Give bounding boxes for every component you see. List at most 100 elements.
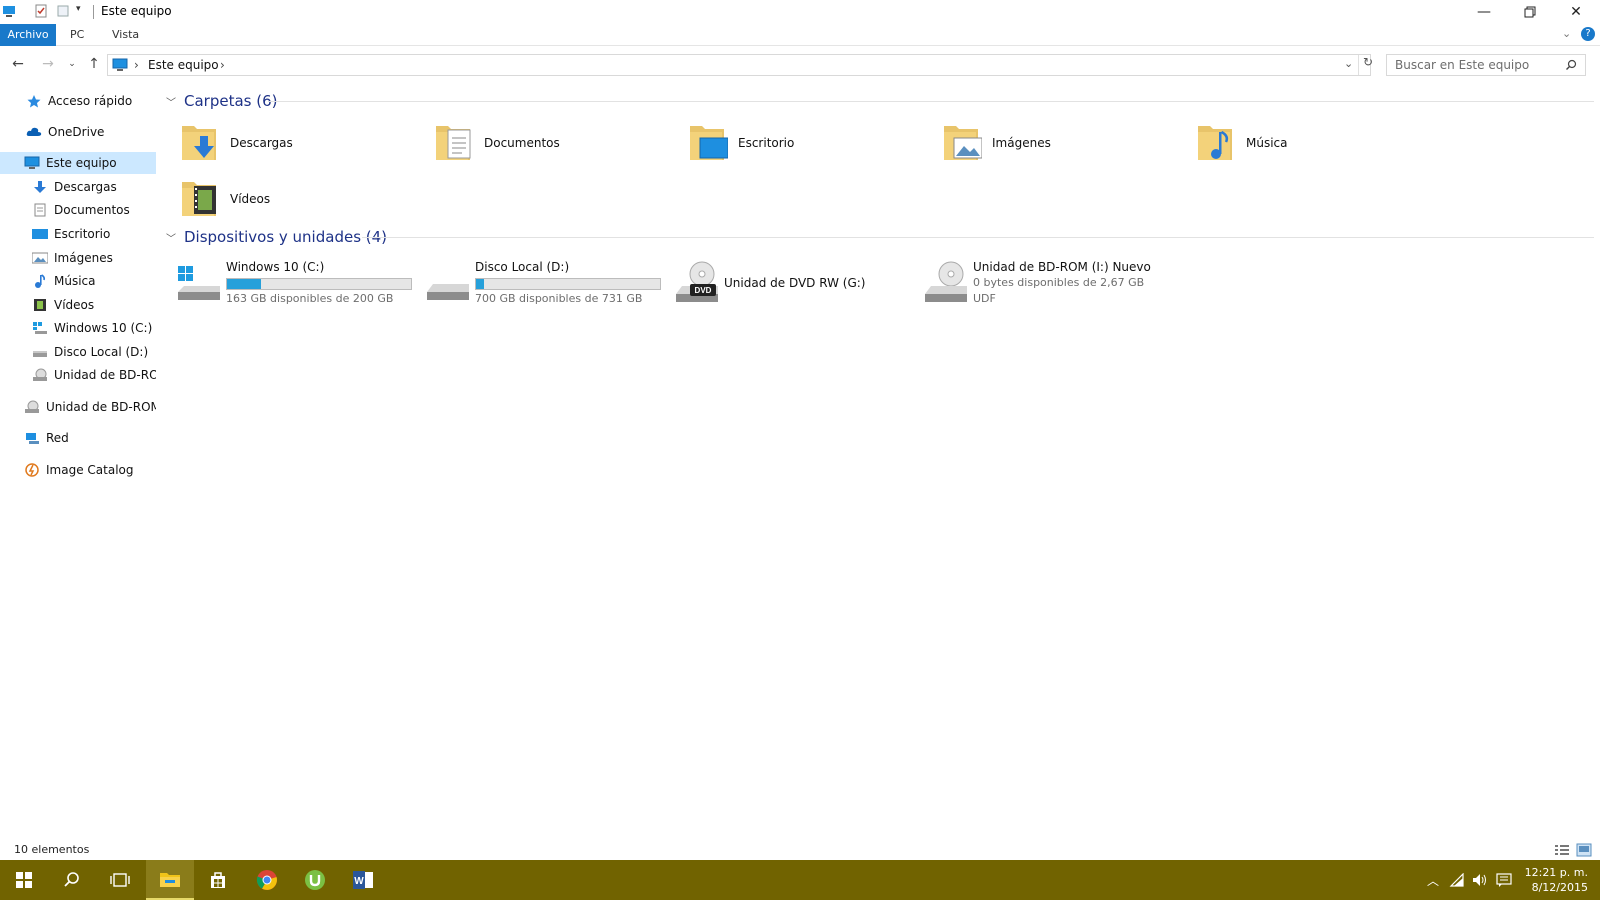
sidebar-item-label: Este equipo [46, 156, 117, 170]
breadcrumb-este-equipo[interactable]: Este equipo [148, 58, 219, 72]
tab-archivo[interactable]: Archivo [0, 24, 56, 46]
computer-icon[interactable] [2, 4, 16, 18]
recent-locations-button[interactable]: ⌄ [62, 54, 82, 74]
address-history-icon[interactable]: ⌄ [1344, 57, 1353, 70]
sidebar-item-acceso-rapido[interactable]: Acceso rápido [0, 90, 156, 112]
drive-disco-d[interactable]: Disco Local (D:) 700 GB disponibles de 7… [425, 260, 675, 316]
address-bar[interactable]: › Este equipo › ⌄ ↻ [107, 54, 1373, 76]
window-title: Este equipo [101, 4, 172, 18]
folder-escritorio[interactable]: Escritorio [688, 120, 928, 168]
word-icon: W [353, 871, 373, 889]
desktop-folder-icon [690, 126, 728, 160]
file-explorer-icon [160, 873, 180, 887]
up-button[interactable]: ↑ [84, 54, 104, 74]
computer-icon [112, 58, 128, 71]
restore-button[interactable] [1507, 0, 1553, 24]
folder-name: Música [1246, 136, 1288, 150]
folder-documentos[interactable]: Documentos [434, 120, 674, 168]
search-icon [64, 872, 79, 887]
sidebar-item-onedrive[interactable]: OneDrive [0, 121, 156, 143]
volume-button[interactable] [1469, 860, 1491, 900]
sidebar-item-image-catalog[interactable]: Image Catalog [0, 459, 156, 481]
task-view-button[interactable] [96, 860, 144, 900]
disc-drive-icon [24, 399, 40, 415]
tab-vista[interactable]: Vista [102, 24, 149, 46]
details-view-icon[interactable] [1554, 843, 1570, 857]
notification-icon [1496, 873, 1512, 887]
document-icon [32, 202, 48, 218]
folder-videos[interactable]: Vídeos [180, 176, 420, 224]
sidebar-item-disco-d[interactable]: Disco Local (D:) [0, 341, 156, 363]
breadcrumb-separator[interactable]: › [134, 58, 139, 72]
sidebar-item-label: Image Catalog [46, 463, 134, 477]
search-button[interactable] [48, 860, 96, 900]
group-header-carpetas[interactable]: ﹀ Carpetas (6) [166, 91, 278, 111]
ribbon-tabs: Archivo PC Vista ⌄ ? [0, 24, 1600, 46]
forward-button[interactable]: → [38, 54, 58, 74]
arrow-right-icon: → [42, 56, 54, 72]
sidebar-item-windows-c[interactable]: Windows 10 (C:) [0, 317, 156, 339]
pictures-folder-icon [944, 126, 982, 160]
drive-bd-rom-i[interactable]: Unidad de BD-ROM (I:) Nuevo 0 bytes disp… [923, 260, 1173, 316]
divider [268, 101, 1594, 102]
status-bar: 10 elementos [0, 838, 1600, 862]
sidebar-item-label: Unidad de BD-ROM [54, 368, 156, 382]
windows-logo-icon [16, 872, 32, 888]
sidebar-item-label: Windows 10 (C:) [54, 321, 153, 335]
sidebar-item-bd-rom-1[interactable]: Unidad de BD-ROM [0, 364, 156, 386]
sidebar-item-label: Imágenes [54, 251, 113, 265]
folder-descargas[interactable]: Descargas [180, 120, 420, 168]
show-hidden-icons-button[interactable]: ︿ [1422, 860, 1444, 900]
chevron-down-icon: ﹀ [166, 233, 176, 245]
breadcrumb-separator[interactable]: › [220, 58, 225, 72]
sidebar-item-videos[interactable]: Vídeos [0, 294, 156, 316]
sidebar-item-musica[interactable]: Música [0, 270, 156, 292]
tab-pc[interactable]: PC [60, 24, 94, 46]
help-icon[interactable]: ? [1581, 27, 1595, 41]
taskbar-chrome[interactable] [243, 860, 291, 900]
sidebar-item-descargas[interactable]: Descargas [0, 176, 156, 198]
drive-dvd-g[interactable]: DVD Unidad de DVD RW (G:) [674, 260, 924, 316]
desktop-icon [32, 226, 48, 242]
drive-name: Windows 10 (C:) [226, 260, 325, 274]
properties-icon[interactable] [34, 4, 48, 18]
clock-time: 12:21 p. m. [1524, 866, 1588, 879]
arrow-up-icon: ↑ [88, 56, 100, 72]
new-folder-icon[interactable] [56, 4, 70, 18]
chevron-down-icon: ﹀ [166, 97, 176, 109]
svg-text:W: W [354, 876, 364, 887]
taskbar-file-explorer[interactable] [146, 860, 194, 900]
taskbar-store[interactable] [194, 860, 242, 900]
network-status-button[interactable] [1446, 860, 1468, 900]
back-button[interactable]: ← [8, 54, 28, 74]
drive-icon [427, 284, 469, 300]
group-header-dispositivos[interactable]: ﹀ Dispositivos y unidades (4) [166, 227, 387, 247]
large-icons-view-icon[interactable] [1576, 843, 1592, 857]
clock[interactable]: 12:21 p. m. 8/12/2015 [1525, 865, 1588, 895]
item-count: 10 elementos [14, 843, 90, 856]
search-input[interactable]: Buscar en Este equipo [1386, 54, 1586, 76]
minimize-button[interactable]: — [1461, 0, 1507, 24]
sidebar-item-escritorio[interactable]: Escritorio [0, 223, 156, 245]
task-view-icon [110, 873, 130, 887]
folder-imagenes[interactable]: Imágenes [942, 120, 1182, 168]
sidebar-item-documentos[interactable]: Documentos [0, 199, 156, 221]
action-center-button[interactable] [1493, 860, 1515, 900]
refresh-icon[interactable]: ↻ [1358, 55, 1373, 75]
sidebar-item-bd-rom-2[interactable]: Unidad de BD-ROM ( [0, 396, 156, 418]
start-button[interactable] [0, 860, 48, 900]
taskbar-utorrent[interactable] [291, 860, 339, 900]
sidebar-item-este-equipo[interactable]: Este equipo [0, 152, 156, 174]
title-bar: ▾ Este equipo — ✕ [0, 0, 1600, 24]
drive-windows-c[interactable]: Windows 10 (C:) 163 GB disponibles de 20… [176, 260, 426, 316]
drive-free-space: 163 GB disponibles de 200 GB [226, 292, 394, 305]
address-row: ← → ⌄ ↑ › Este equipo › ⌄ ↻ Buscar en Es… [0, 50, 1600, 80]
sidebar-item-imagenes[interactable]: Imágenes [0, 247, 156, 269]
drive-free-space: 700 GB disponibles de 731 GB [475, 292, 643, 305]
sidebar-item-red[interactable]: Red [0, 427, 156, 449]
close-button[interactable]: ✕ [1553, 0, 1599, 24]
expand-ribbon-icon[interactable]: ⌄ [1562, 27, 1571, 40]
folder-musica[interactable]: Música [1196, 120, 1436, 168]
customize-qat-icon[interactable]: ▾ [76, 4, 90, 18]
taskbar-word[interactable]: W [339, 860, 387, 900]
